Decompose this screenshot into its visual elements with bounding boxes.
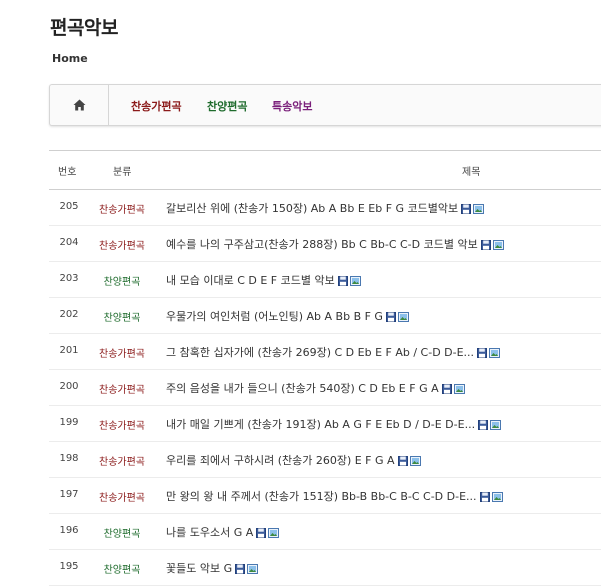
post-title[interactable]: 그 참혹한 십자가에 (찬송가 269장) C D Eb E F Ab / C-… <box>166 346 474 359</box>
post-title-link[interactable]: 예수를 나의 구주삼고(찬송가 288장) Bb C Bb-C C-D 코드별 … <box>166 236 504 252</box>
floppy-disk-icon <box>256 528 267 538</box>
table-row[interactable]: 196 찬양편곡 나를 도우소서 G A <box>49 514 601 550</box>
post-number: 196 <box>59 525 79 536</box>
image-file-icon[interactable] <box>489 348 501 358</box>
table-row[interactable]: 204 찬송가편곡 예수를 나의 구주삼고(찬송가 288장) Bb C Bb-C … <box>49 226 601 262</box>
header-number: 번호 <box>58 167 77 178</box>
post-title[interactable]: 나를 도우소서 G A <box>166 526 253 539</box>
post-title-link[interactable]: 꽃들도 악보 G <box>166 560 259 576</box>
table-row[interactable]: 202 찬양편곡 우물가의 여인처럼 (어노인팅) Ab A Bb B F G <box>49 298 601 334</box>
post-title-link[interactable]: 내 모습 이대로 C D E F 코드별 악보 <box>166 272 361 288</box>
post-category: 찬송가편곡 <box>99 493 145 504</box>
table-row[interactable]: 198 찬송가편곡 우리를 죄에서 구하시려 (찬송가 260장) E F G A <box>49 442 601 478</box>
post-number: 202 <box>59 309 79 320</box>
post-category: 찬송가편곡 <box>99 205 145 216</box>
floppy-disk-icon <box>478 420 489 430</box>
post-category: 찬양편곡 <box>103 565 141 576</box>
post-number: 204 <box>59 237 79 248</box>
floppy-disk-icon <box>397 456 408 466</box>
post-title[interactable]: 내가 매일 기쁘게 (찬송가 191장) Ab A G F E Eb D / D… <box>166 418 475 431</box>
image-file-icon[interactable] <box>268 528 280 538</box>
floppy-disk-icon <box>461 204 472 214</box>
post-number: 201 <box>59 345 79 356</box>
post-title-link[interactable]: 나를 도우소서 G A <box>166 524 280 540</box>
post-title[interactable]: 갈보리산 위에 (찬송가 150장) Ab A Bb E Eb F G 코드별악… <box>166 202 458 215</box>
table-row[interactable]: 195 찬양편곡 꽃들도 악보 G <box>49 550 601 586</box>
post-number: 198 <box>59 453 79 464</box>
post-number: 203 <box>59 273 79 284</box>
post-category: 찬양편곡 <box>103 529 141 540</box>
table-header: 번호 분류 제목 <box>49 150 601 190</box>
post-number: 197 <box>59 489 79 500</box>
category-link-hymn-arrangement[interactable]: 찬송가편곡 <box>131 98 182 114</box>
floppy-disk-icon <box>385 312 396 322</box>
post-number: 205 <box>59 201 79 212</box>
post-title[interactable]: 꽃들도 악보 G <box>166 562 232 575</box>
post-category: 찬송가편곡 <box>99 385 145 396</box>
post-category: 찬송가편곡 <box>99 457 145 468</box>
table-row[interactable]: 203 찬양편곡 내 모습 이대로 C D E F 코드별 악보 <box>49 262 601 298</box>
image-file-icon[interactable] <box>492 240 504 250</box>
image-file-icon[interactable] <box>397 312 409 322</box>
floppy-disk-icon <box>337 276 348 286</box>
post-title[interactable]: 만 왕의 왕 내 주께서 (찬송가 151장) Bb-B Bb-C B-C C-… <box>166 490 477 503</box>
page-title: 편곡악보 <box>50 17 118 39</box>
post-number: 199 <box>59 417 79 428</box>
table-row[interactable]: 199 찬송가편곡 내가 매일 기쁘게 (찬송가 191장) Ab A G F E … <box>49 406 601 442</box>
category-link-special-score[interactable]: 특송악보 <box>272 98 312 114</box>
post-number: 195 <box>59 561 79 572</box>
post-title-link[interactable]: 우리를 죄에서 구하시려 (찬송가 260장) E F G A <box>166 452 421 468</box>
category-nav: 찬송가편곡 찬양편곡 특송악보 <box>49 84 601 126</box>
floppy-disk-icon <box>235 564 246 574</box>
table-body: 205 찬송가편곡 갈보리산 위에 (찬송가 150장) Ab A Bb E Eb … <box>49 190 601 586</box>
table-row[interactable]: 205 찬송가편곡 갈보리산 위에 (찬송가 150장) Ab A Bb E Eb … <box>49 190 601 226</box>
post-title-link[interactable]: 주의 음성을 내가 들으니 (찬송가 540장) C D Eb E F G A <box>166 380 465 396</box>
floppy-disk-icon <box>477 348 488 358</box>
image-file-icon[interactable] <box>491 492 503 502</box>
floppy-disk-icon <box>480 240 491 250</box>
post-title-link[interactable]: 그 참혹한 십자가에 (찬송가 269장) C D Eb E F Ab / C-… <box>166 344 501 360</box>
post-category: 찬송가편곡 <box>99 241 145 252</box>
post-title-link[interactable]: 만 왕의 왕 내 주께서 (찬송가 151장) Bb-B Bb-C B-C C-… <box>166 488 503 504</box>
post-title[interactable]: 내 모습 이대로 C D E F 코드별 악보 <box>166 274 335 287</box>
score-table: 번호 분류 제목 205 찬송가편곡 갈보리산 위에 (찬송가 150장) Ab A… <box>49 150 601 586</box>
post-title-link[interactable]: 갈보리산 위에 (찬송가 150장) Ab A Bb E Eb F G 코드별악… <box>166 200 485 216</box>
floppy-disk-icon <box>441 384 452 394</box>
post-title[interactable]: 예수를 나의 구주삼고(찬송가 288장) Bb C Bb-C C-D 코드별 … <box>166 238 478 251</box>
category-link-praise-arrangement[interactable]: 찬양편곡 <box>207 98 247 114</box>
home-icon <box>73 99 85 111</box>
image-file-icon[interactable] <box>490 420 502 430</box>
post-category: 찬양편곡 <box>103 277 141 288</box>
post-title[interactable]: 우물가의 여인처럼 (어노인팅) Ab A Bb B F G <box>166 310 383 323</box>
breadcrumb[interactable]: Home <box>52 52 88 65</box>
table-row[interactable]: 200 찬송가편곡 주의 음성을 내가 들으니 (찬송가 540장) C D Eb … <box>49 370 601 406</box>
post-number: 200 <box>59 381 79 392</box>
image-file-icon[interactable] <box>453 384 465 394</box>
image-file-icon[interactable] <box>473 204 485 214</box>
image-file-icon[interactable] <box>247 564 259 574</box>
home-button[interactable] <box>50 85 109 125</box>
image-file-icon[interactable] <box>349 276 361 286</box>
image-file-icon[interactable] <box>409 456 421 466</box>
post-category: 찬송가편곡 <box>99 421 145 432</box>
post-category: 찬양편곡 <box>103 313 141 324</box>
post-title[interactable]: 주의 음성을 내가 들으니 (찬송가 540장) C D Eb E F G A <box>166 382 439 395</box>
floppy-disk-icon <box>479 492 490 502</box>
table-row[interactable]: 201 찬송가편곡 그 참혹한 십자가에 (찬송가 269장) C D Eb E F… <box>49 334 601 370</box>
post-category: 찬송가편곡 <box>99 349 145 360</box>
post-title[interactable]: 우리를 죄에서 구하시려 (찬송가 260장) E F G A <box>166 454 395 467</box>
header-title: 제목 <box>462 167 481 178</box>
table-row[interactable]: 197 찬송가편곡 만 왕의 왕 내 주께서 (찬송가 151장) Bb-B Bb-… <box>49 478 601 514</box>
header-category: 분류 <box>113 167 132 178</box>
post-title-link[interactable]: 내가 매일 기쁘게 (찬송가 191장) Ab A G F E Eb D / D… <box>166 416 502 432</box>
post-title-link[interactable]: 우물가의 여인처럼 (어노인팅) Ab A Bb B F G <box>166 308 409 324</box>
